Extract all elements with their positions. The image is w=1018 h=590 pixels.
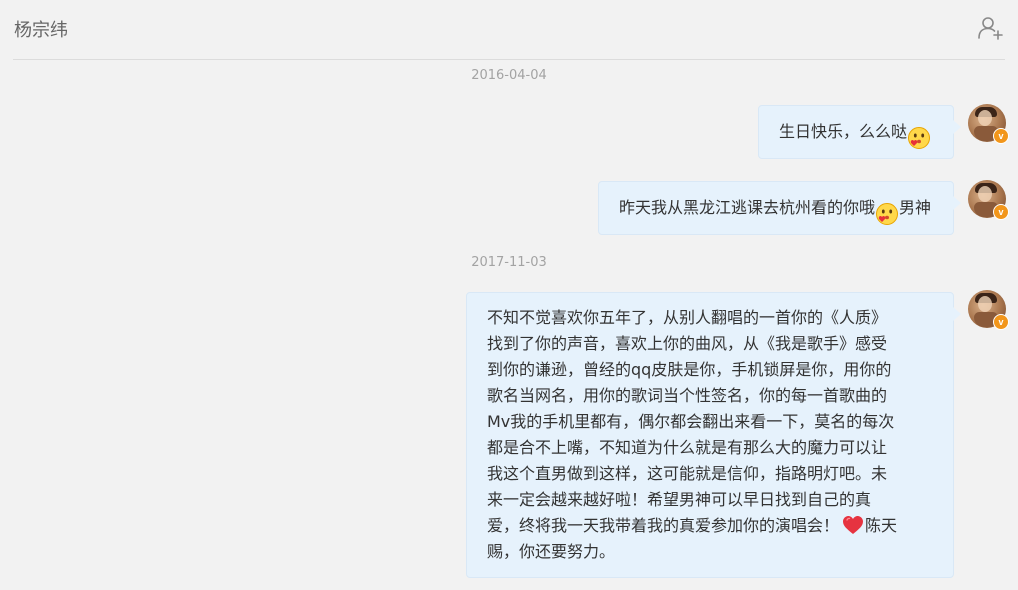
message-timestamp: 2016-04-04 xyxy=(471,68,547,83)
message-timestamp: 2017-11-03 xyxy=(471,255,547,270)
add-user-icon[interactable] xyxy=(977,14,1005,42)
message-bubble[interactable]: 昨天我从黑龙江逃课去杭州看的你哦 男神 xyxy=(597,181,962,235)
message-text-tail: 男神 xyxy=(898,198,931,217)
kiss-face-emoji xyxy=(875,195,899,225)
verified-badge: v xyxy=(993,204,1009,220)
contact-name[interactable]: 杨宗纬 xyxy=(14,16,68,42)
avatar-face xyxy=(978,186,992,202)
verified-badge: v xyxy=(993,128,1009,144)
kiss-face-emoji xyxy=(907,119,931,149)
message-text: 不知不觉喜欢你五年了，从别人翻唱的一首你的《人质》 找到了你的声音，喜欢上你的曲… xyxy=(487,308,895,535)
verified-badge: v xyxy=(993,314,1009,330)
user-avatar[interactable]: v xyxy=(968,290,1009,330)
chat-window: 杨宗纬 2016-04-04 生日快乐，么么哒 v 昨天我从黑龙江逃课去杭州看的… xyxy=(0,0,1018,590)
red-heart-emoji xyxy=(842,515,864,535)
message-bubble[interactable]: 生日快乐，么么哒 xyxy=(757,105,962,159)
chat-header: 杨宗纬 xyxy=(13,0,1005,60)
user-avatar[interactable]: v xyxy=(968,104,1009,144)
avatar-face xyxy=(978,110,992,126)
message-bubble[interactable]: 不知不觉喜欢你五年了，从别人翻唱的一首你的《人质》 找到了你的声音，喜欢上你的曲… xyxy=(466,292,961,578)
avatar-face xyxy=(978,296,992,312)
message-text: 昨天我从黑龙江逃课去杭州看的你哦 xyxy=(618,198,875,217)
message-text: 生日快乐，么么哒 xyxy=(778,122,907,141)
user-avatar[interactable]: v xyxy=(968,180,1009,220)
